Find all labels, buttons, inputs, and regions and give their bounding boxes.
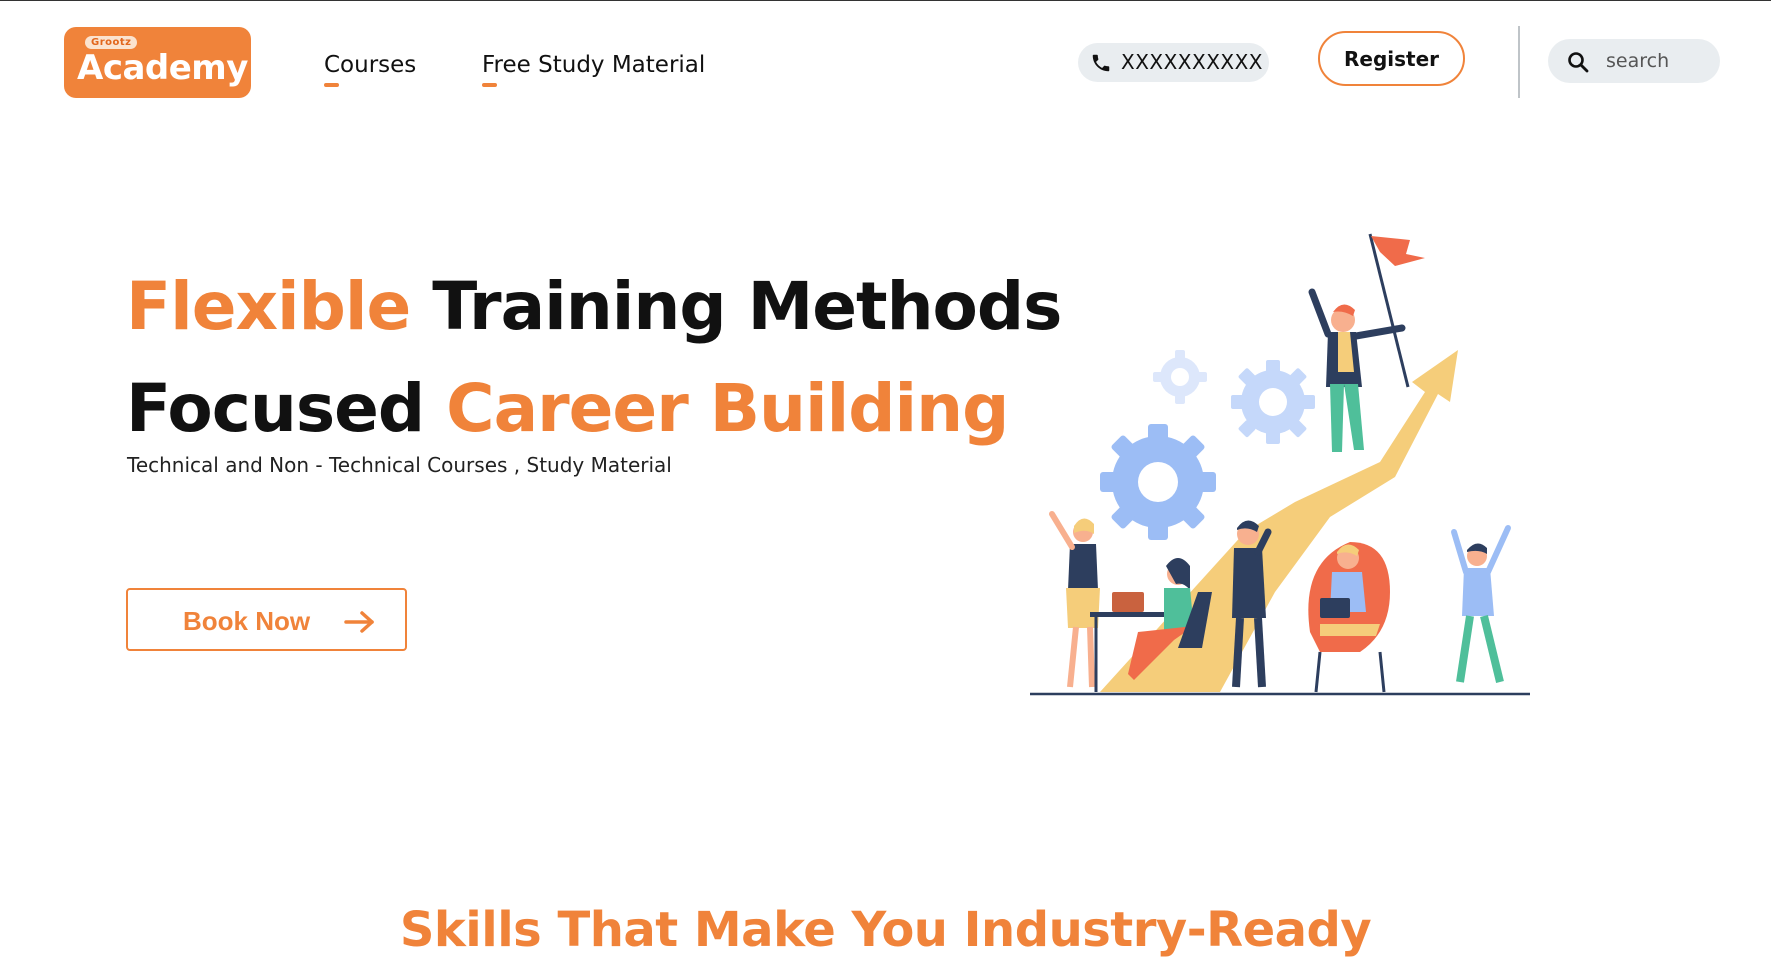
hero-text-focused: Focused — [126, 370, 425, 447]
register-button[interactable]: Register — [1318, 31, 1465, 86]
arrow-right-icon — [344, 611, 374, 633]
section-title: Skills That Make You Industry-Ready — [399, 902, 1372, 958]
nav-free-study-material[interactable]: Free Study Material — [482, 52, 706, 87]
search-icon — [1568, 52, 1589, 73]
nav-courses-label: Courses — [324, 52, 417, 78]
academy-logo[interactable]: Grootz Academy — [64, 27, 251, 98]
logo-title: Academy — [77, 48, 248, 88]
team-success-illustration — [1030, 233, 1530, 696]
book-now-button[interactable]: Book Now — [126, 588, 407, 651]
phone-contact[interactable]: XXXXXXXXXX — [1078, 43, 1269, 82]
hero-text-training-methods: Training Methods — [432, 268, 1062, 345]
top-border — [0, 0, 1771, 1]
cheering-man-figure — [1451, 525, 1511, 683]
nav-underline — [324, 83, 339, 87]
gear-icon — [1100, 424, 1216, 540]
hero-highlight-flexible: Flexible — [126, 268, 411, 345]
cheering-woman-figure — [1049, 511, 1100, 688]
hero-heading-line-1: Flexible Training Methods — [126, 268, 1062, 345]
hero-subtitle: Technical and Non - Technical Courses , … — [127, 453, 672, 477]
search-box[interactable] — [1548, 39, 1720, 83]
book-now-label: Book Now — [183, 606, 311, 636]
nav-underline — [482, 83, 497, 87]
nav-free-study-material-label: Free Study Material — [482, 52, 706, 78]
search-input[interactable] — [1606, 45, 1711, 77]
phone-icon — [1092, 54, 1110, 72]
man-in-chair-figure — [1308, 542, 1390, 693]
phone-number: XXXXXXXXXX — [1121, 50, 1264, 74]
header-divider — [1518, 26, 1520, 98]
hero-heading-line-2: Focused Career Building — [126, 370, 1009, 447]
hero-highlight-career-building: Career Building — [446, 370, 1009, 447]
gear-icon — [1153, 350, 1207, 404]
nav-courses[interactable]: Courses — [324, 52, 417, 87]
gear-icon — [1231, 360, 1315, 444]
